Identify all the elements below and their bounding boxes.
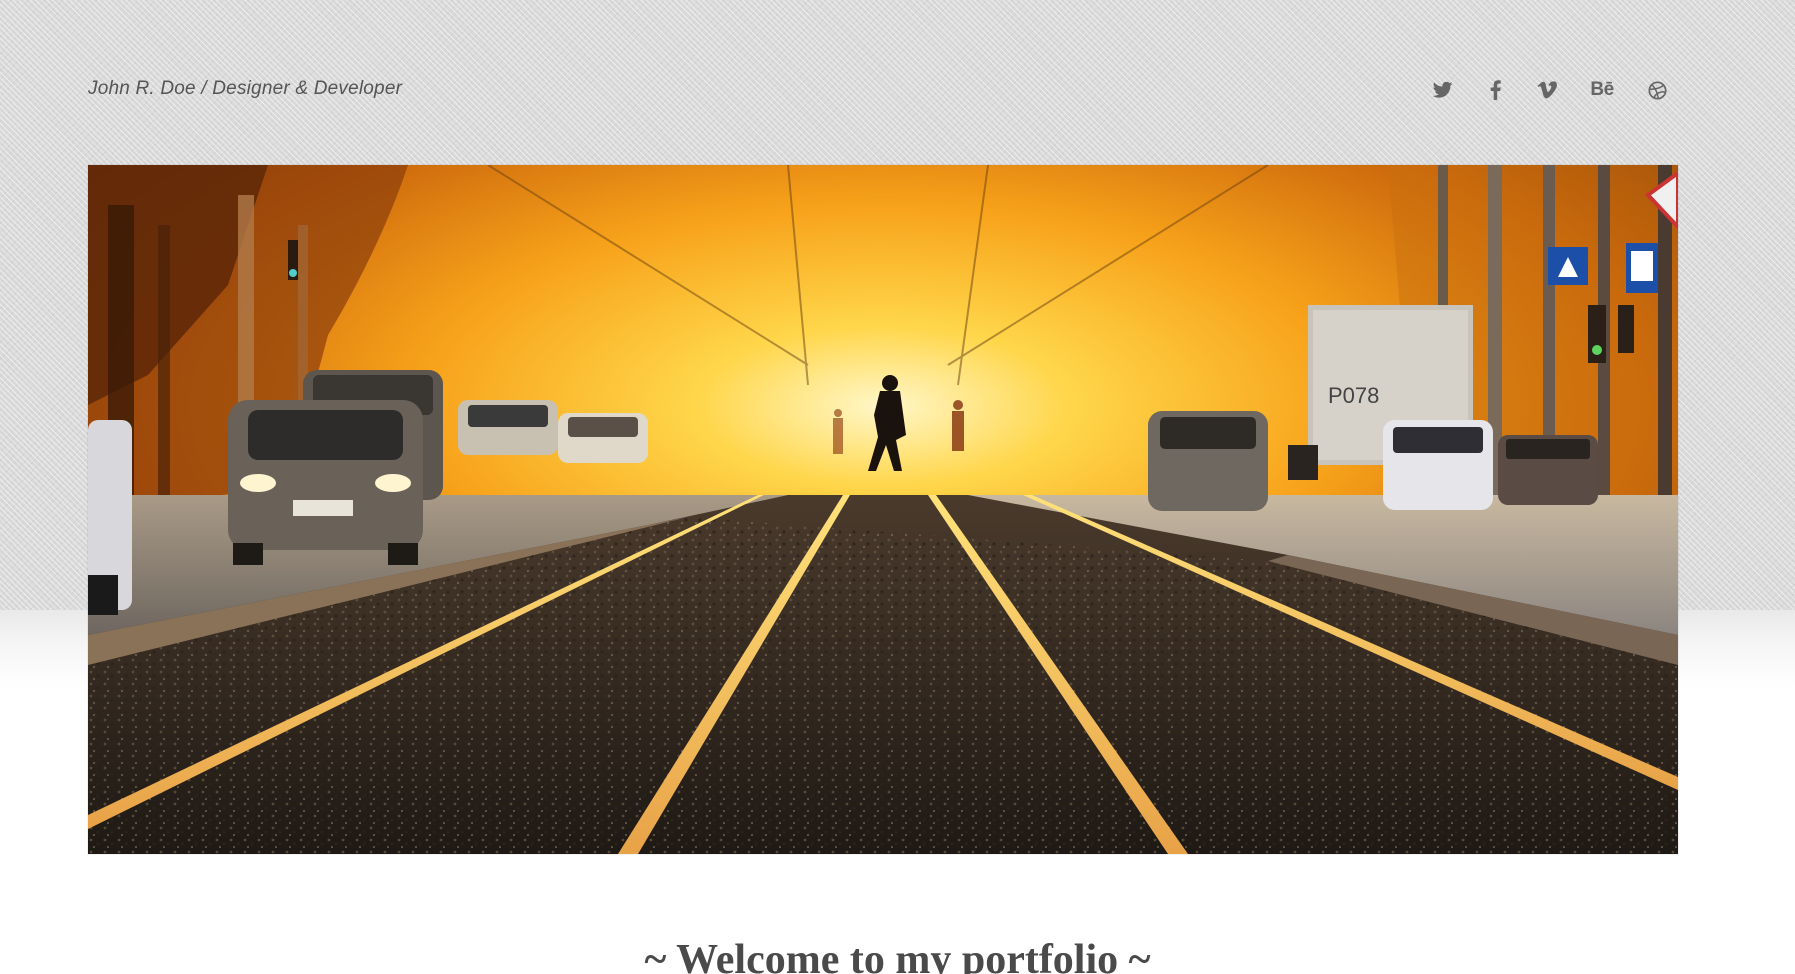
- social-links: Bē: [1431, 78, 1669, 102]
- welcome-heading: ~ Welcome to my portfolio ~: [644, 937, 1151, 974]
- site-tagline: John R. Doe / Designer & Developer: [88, 78, 403, 99]
- behance-icon: Bē: [1590, 79, 1614, 100]
- twitter-icon: [1433, 81, 1453, 98]
- vimeo-icon: [1537, 81, 1557, 99]
- facebook-icon: [1490, 80, 1501, 100]
- hero-image: P078: [88, 165, 1678, 854]
- truck-lettering: P078: [1328, 383, 1379, 408]
- facebook-link[interactable]: [1483, 78, 1507, 102]
- page: John R. Doe / Designer & Developer Bē P0…: [0, 0, 1795, 974]
- hero-photo: P078: [88, 165, 1678, 854]
- vimeo-link[interactable]: [1535, 78, 1559, 102]
- behance-link[interactable]: Bē: [1587, 78, 1617, 102]
- dribbble-icon: [1647, 80, 1667, 100]
- twitter-link[interactable]: [1431, 78, 1455, 102]
- dribbble-link[interactable]: [1645, 78, 1669, 102]
